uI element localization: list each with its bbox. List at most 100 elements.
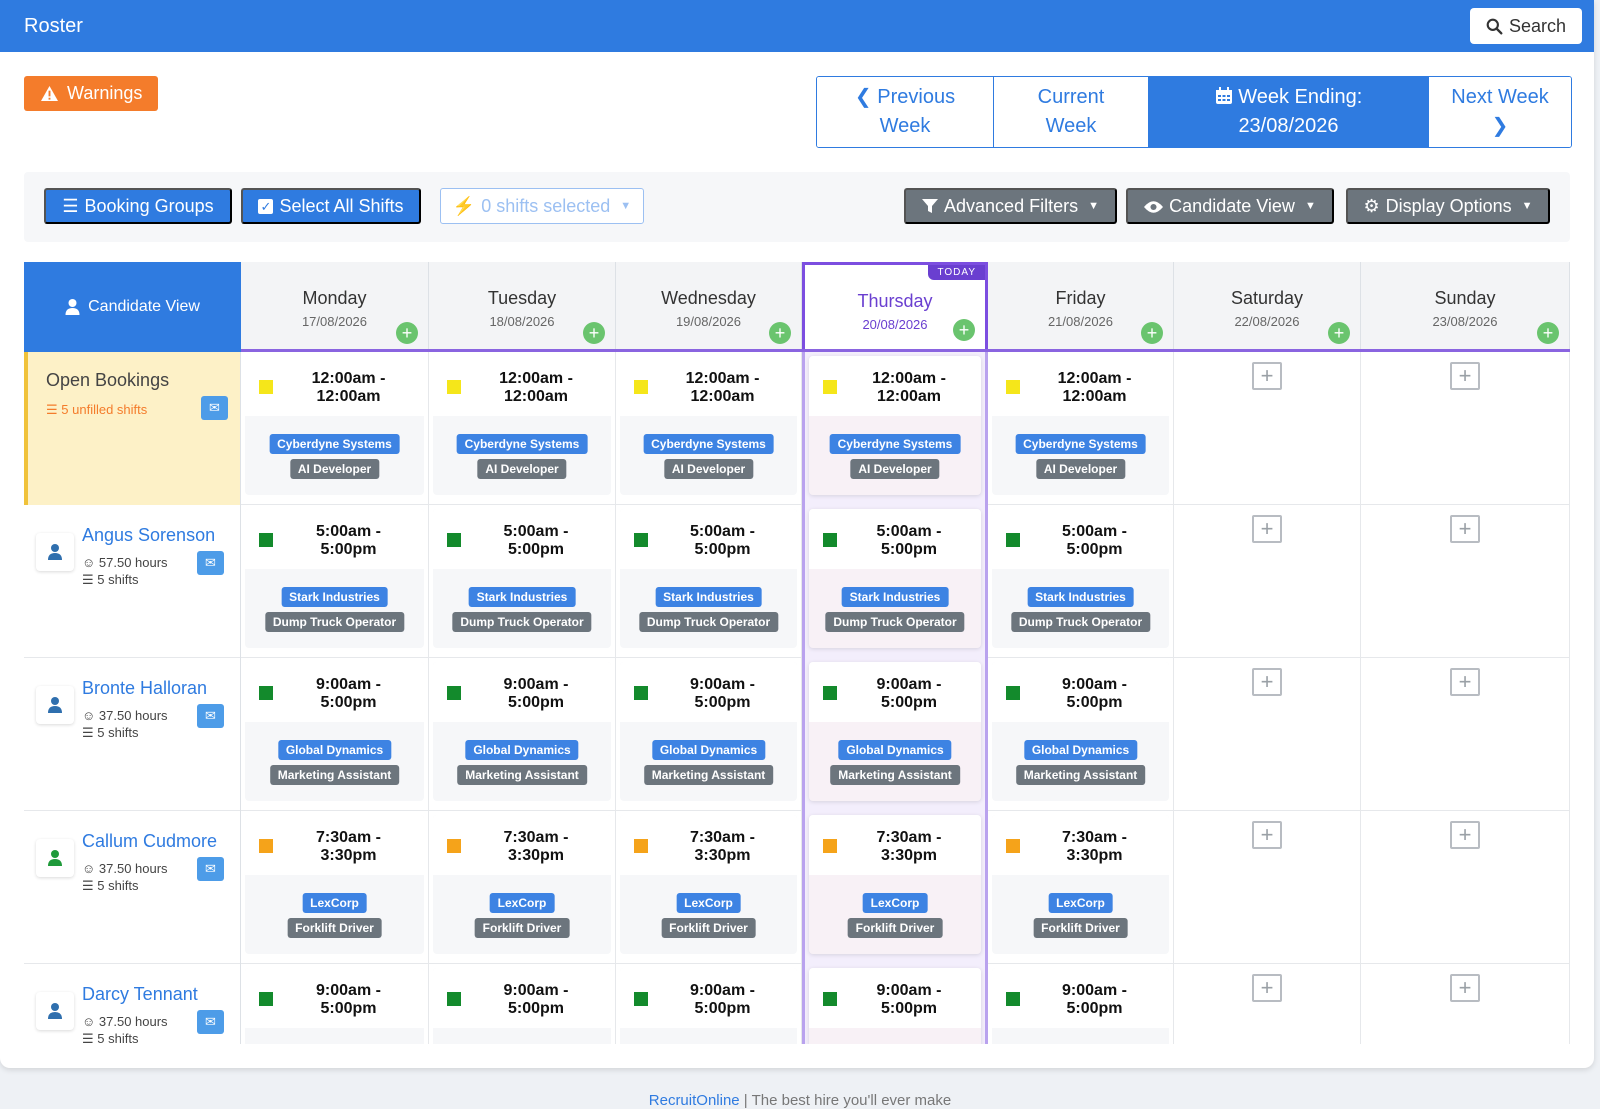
shift-card[interactable]: 9:00am -5:00pm: [809, 968, 981, 1044]
shift-cell[interactable]: +: [1361, 658, 1570, 811]
shift-cell[interactable]: 9:00am -5:00pm Global Dynamics Marketing A…: [241, 658, 429, 811]
add-shift-plus-icon[interactable]: +: [1450, 974, 1480, 1002]
shifts-selected-dropdown[interactable]: ⚡ 0 shifts selected ▼: [440, 188, 644, 224]
add-shift-icon[interactable]: +: [1537, 322, 1559, 344]
shift-cell[interactable]: 5:00am -5:00pm Stark Industries Dump Truck…: [429, 505, 616, 658]
shift-card[interactable]: 7:30am -3:30pm LexCorp Forklift Driver: [620, 815, 797, 954]
add-shift-icon[interactable]: +: [1141, 322, 1163, 344]
candidate-name-link[interactable]: Darcy Tennant: [82, 984, 198, 1005]
shift-cell[interactable]: 7:30am -3:30pm LexCorp Forklift Driver: [429, 811, 616, 964]
shift-card[interactable]: 9:00am -5:00pm: [245, 968, 424, 1044]
previous-week-button[interactable]: ❮ Previous Week: [817, 77, 994, 147]
select-all-shifts-button[interactable]: ✓ Select All Shifts: [241, 188, 421, 224]
message-icon[interactable]: ✉: [197, 1010, 224, 1034]
candidate-name-link[interactable]: Angus Sorenson: [82, 525, 215, 546]
add-shift-icon[interactable]: +: [396, 322, 418, 344]
add-shift-plus-icon[interactable]: +: [1450, 362, 1480, 390]
shift-card[interactable]: 9:00am -5:00pm Global Dynamics Marketing A…: [433, 662, 611, 801]
shift-card[interactable]: 5:00am -5:00pm Stark Industries Dump Truck…: [620, 509, 797, 648]
shift-cell[interactable]: 5:00am -5:00pm Stark Industries Dump Truck…: [802, 505, 988, 658]
shift-card[interactable]: 12:00am -12:00am Cyberdyne Systems AI Deve…: [245, 356, 424, 495]
shift-cell[interactable]: 12:00am -12:00am Cyberdyne Systems AI Deve…: [988, 352, 1174, 505]
shift-cell[interactable]: +: [1361, 964, 1570, 1044]
shift-card[interactable]: 9:00am -5:00pm: [620, 968, 797, 1044]
warnings-button[interactable]: Warnings: [24, 76, 159, 111]
shift-cell[interactable]: 9:00am -5:00pm Global Dynamics Marketing A…: [802, 658, 988, 811]
shift-card[interactable]: 9:00am -5:00pm Global Dynamics Marketing A…: [620, 662, 797, 801]
shift-card[interactable]: 12:00am -12:00am Cyberdyne Systems AI Deve…: [620, 356, 797, 495]
shift-cell[interactable]: 5:00am -5:00pm Stark Industries Dump Truck…: [988, 505, 1174, 658]
shift-card[interactable]: 9:00am -5:00pm Global Dynamics Marketing A…: [992, 662, 1169, 801]
add-shift-icon[interactable]: +: [953, 319, 975, 341]
message-icon[interactable]: ✉: [197, 551, 224, 575]
shift-cell[interactable]: +: [1174, 658, 1361, 811]
shift-cell[interactable]: +: [1361, 811, 1570, 964]
shift-card[interactable]: 7:30am -3:30pm LexCorp Forklift Driver: [809, 815, 981, 954]
candidate-view-button[interactable]: Candidate View ▼: [1126, 188, 1334, 224]
shift-cell[interactable]: +: [1174, 505, 1361, 658]
shift-card[interactable]: 5:00am -5:00pm Stark Industries Dump Truck…: [992, 509, 1169, 648]
shift-cell[interactable]: +: [1174, 811, 1361, 964]
shift-cell[interactable]: 7:30am -3:30pm LexCorp Forklift Driver: [616, 811, 802, 964]
shift-cell[interactable]: 9:00am -5:00pm: [616, 964, 802, 1044]
shift-cell[interactable]: 7:30am -3:30pm LexCorp Forklift Driver: [802, 811, 988, 964]
shift-card[interactable]: 12:00am -12:00am Cyberdyne Systems AI Deve…: [809, 356, 981, 495]
candidate-hours-label: 37.50 hours: [98, 708, 168, 723]
add-shift-plus-icon[interactable]: +: [1450, 668, 1480, 696]
display-options-button[interactable]: ⚙ Display Options ▼: [1346, 188, 1550, 224]
shift-cell[interactable]: 12:00am -12:00am Cyberdyne Systems AI Deve…: [241, 352, 429, 505]
shift-card[interactable]: 9:00am -5:00pm: [433, 968, 611, 1044]
shift-card[interactable]: 5:00am -5:00pm Stark Industries Dump Truck…: [809, 509, 981, 648]
shift-card[interactable]: 9:00am -5:00pm Global Dynamics Marketing A…: [809, 662, 981, 801]
shift-card[interactable]: 5:00am -5:00pm Stark Industries Dump Truck…: [245, 509, 424, 648]
shift-cell[interactable]: 9:00am -5:00pm: [988, 964, 1174, 1044]
shift-cell[interactable]: 5:00am -5:00pm Stark Industries Dump Truck…: [616, 505, 802, 658]
add-shift-icon[interactable]: +: [1328, 322, 1350, 344]
shift-cell[interactable]: 9:00am -5:00pm: [802, 964, 988, 1044]
shift-cell[interactable]: 12:00am -12:00am Cyberdyne Systems AI Deve…: [802, 352, 988, 505]
shift-cell[interactable]: 9:00am -5:00pm Global Dynamics Marketing A…: [988, 658, 1174, 811]
add-shift-plus-icon[interactable]: +: [1252, 362, 1282, 390]
add-shift-plus-icon[interactable]: +: [1252, 974, 1282, 1002]
next-week-button[interactable]: Next Week ❯: [1429, 77, 1571, 147]
search-button[interactable]: Search: [1469, 8, 1582, 44]
shift-cell[interactable]: 9:00am -5:00pm Global Dynamics Marketing A…: [429, 658, 616, 811]
shift-card[interactable]: 12:00am -12:00am Cyberdyne Systems AI Deve…: [433, 356, 611, 495]
shift-cell[interactable]: 7:30am -3:30pm LexCorp Forklift Driver: [241, 811, 429, 964]
week-ending-button[interactable]: Week Ending: 23/08/2026: [1149, 77, 1429, 147]
shift-cell[interactable]: 7:30am -3:30pm LexCorp Forklift Driver: [988, 811, 1174, 964]
add-shift-plus-icon[interactable]: +: [1252, 515, 1282, 543]
current-week-button[interactable]: Current Week: [994, 77, 1149, 147]
add-shift-plus-icon[interactable]: +: [1252, 668, 1282, 696]
shift-card[interactable]: 7:30am -3:30pm LexCorp Forklift Driver: [992, 815, 1169, 954]
add-shift-icon[interactable]: +: [769, 322, 791, 344]
shift-cell[interactable]: 12:00am -12:00am Cyberdyne Systems AI Deve…: [429, 352, 616, 505]
candidate-name-link[interactable]: Bronte Halloran: [82, 678, 207, 699]
advanced-filters-button[interactable]: Advanced Filters ▼: [904, 188, 1117, 224]
shift-cell[interactable]: +: [1361, 352, 1570, 505]
shift-card[interactable]: 9:00am -5:00pm Global Dynamics Marketing A…: [245, 662, 424, 801]
booking-groups-button[interactable]: ☰ Booking Groups: [44, 188, 232, 224]
message-icon[interactable]: ✉: [201, 396, 228, 420]
shift-cell[interactable]: +: [1361, 505, 1570, 658]
shift-cell[interactable]: +: [1174, 964, 1361, 1044]
message-icon[interactable]: ✉: [197, 857, 224, 881]
shift-cell[interactable]: 5:00am -5:00pm Stark Industries Dump Truck…: [241, 505, 429, 658]
shift-card[interactable]: 12:00am -12:00am Cyberdyne Systems AI Deve…: [992, 356, 1169, 495]
candidate-name-link[interactable]: Callum Cudmore: [82, 831, 217, 852]
add-shift-plus-icon[interactable]: +: [1450, 515, 1480, 543]
shift-card[interactable]: 7:30am -3:30pm LexCorp Forklift Driver: [433, 815, 611, 954]
today-badge: TODAY: [928, 265, 985, 280]
shift-card[interactable]: 9:00am -5:00pm: [992, 968, 1169, 1044]
add-shift-plus-icon[interactable]: +: [1450, 821, 1480, 849]
shift-cell[interactable]: +: [1174, 352, 1361, 505]
add-shift-plus-icon[interactable]: +: [1252, 821, 1282, 849]
shift-card[interactable]: 5:00am -5:00pm Stark Industries Dump Truck…: [433, 509, 611, 648]
shift-cell[interactable]: 9:00am -5:00pm Global Dynamics Marketing A…: [616, 658, 802, 811]
shift-cell[interactable]: 12:00am -12:00am Cyberdyne Systems AI Deve…: [616, 352, 802, 505]
shift-card[interactable]: 7:30am -3:30pm LexCorp Forklift Driver: [245, 815, 424, 954]
shift-cell[interactable]: 9:00am -5:00pm: [241, 964, 429, 1044]
message-icon[interactable]: ✉: [197, 704, 224, 728]
shift-cell[interactable]: 9:00am -5:00pm: [429, 964, 616, 1044]
add-shift-icon[interactable]: +: [583, 322, 605, 344]
